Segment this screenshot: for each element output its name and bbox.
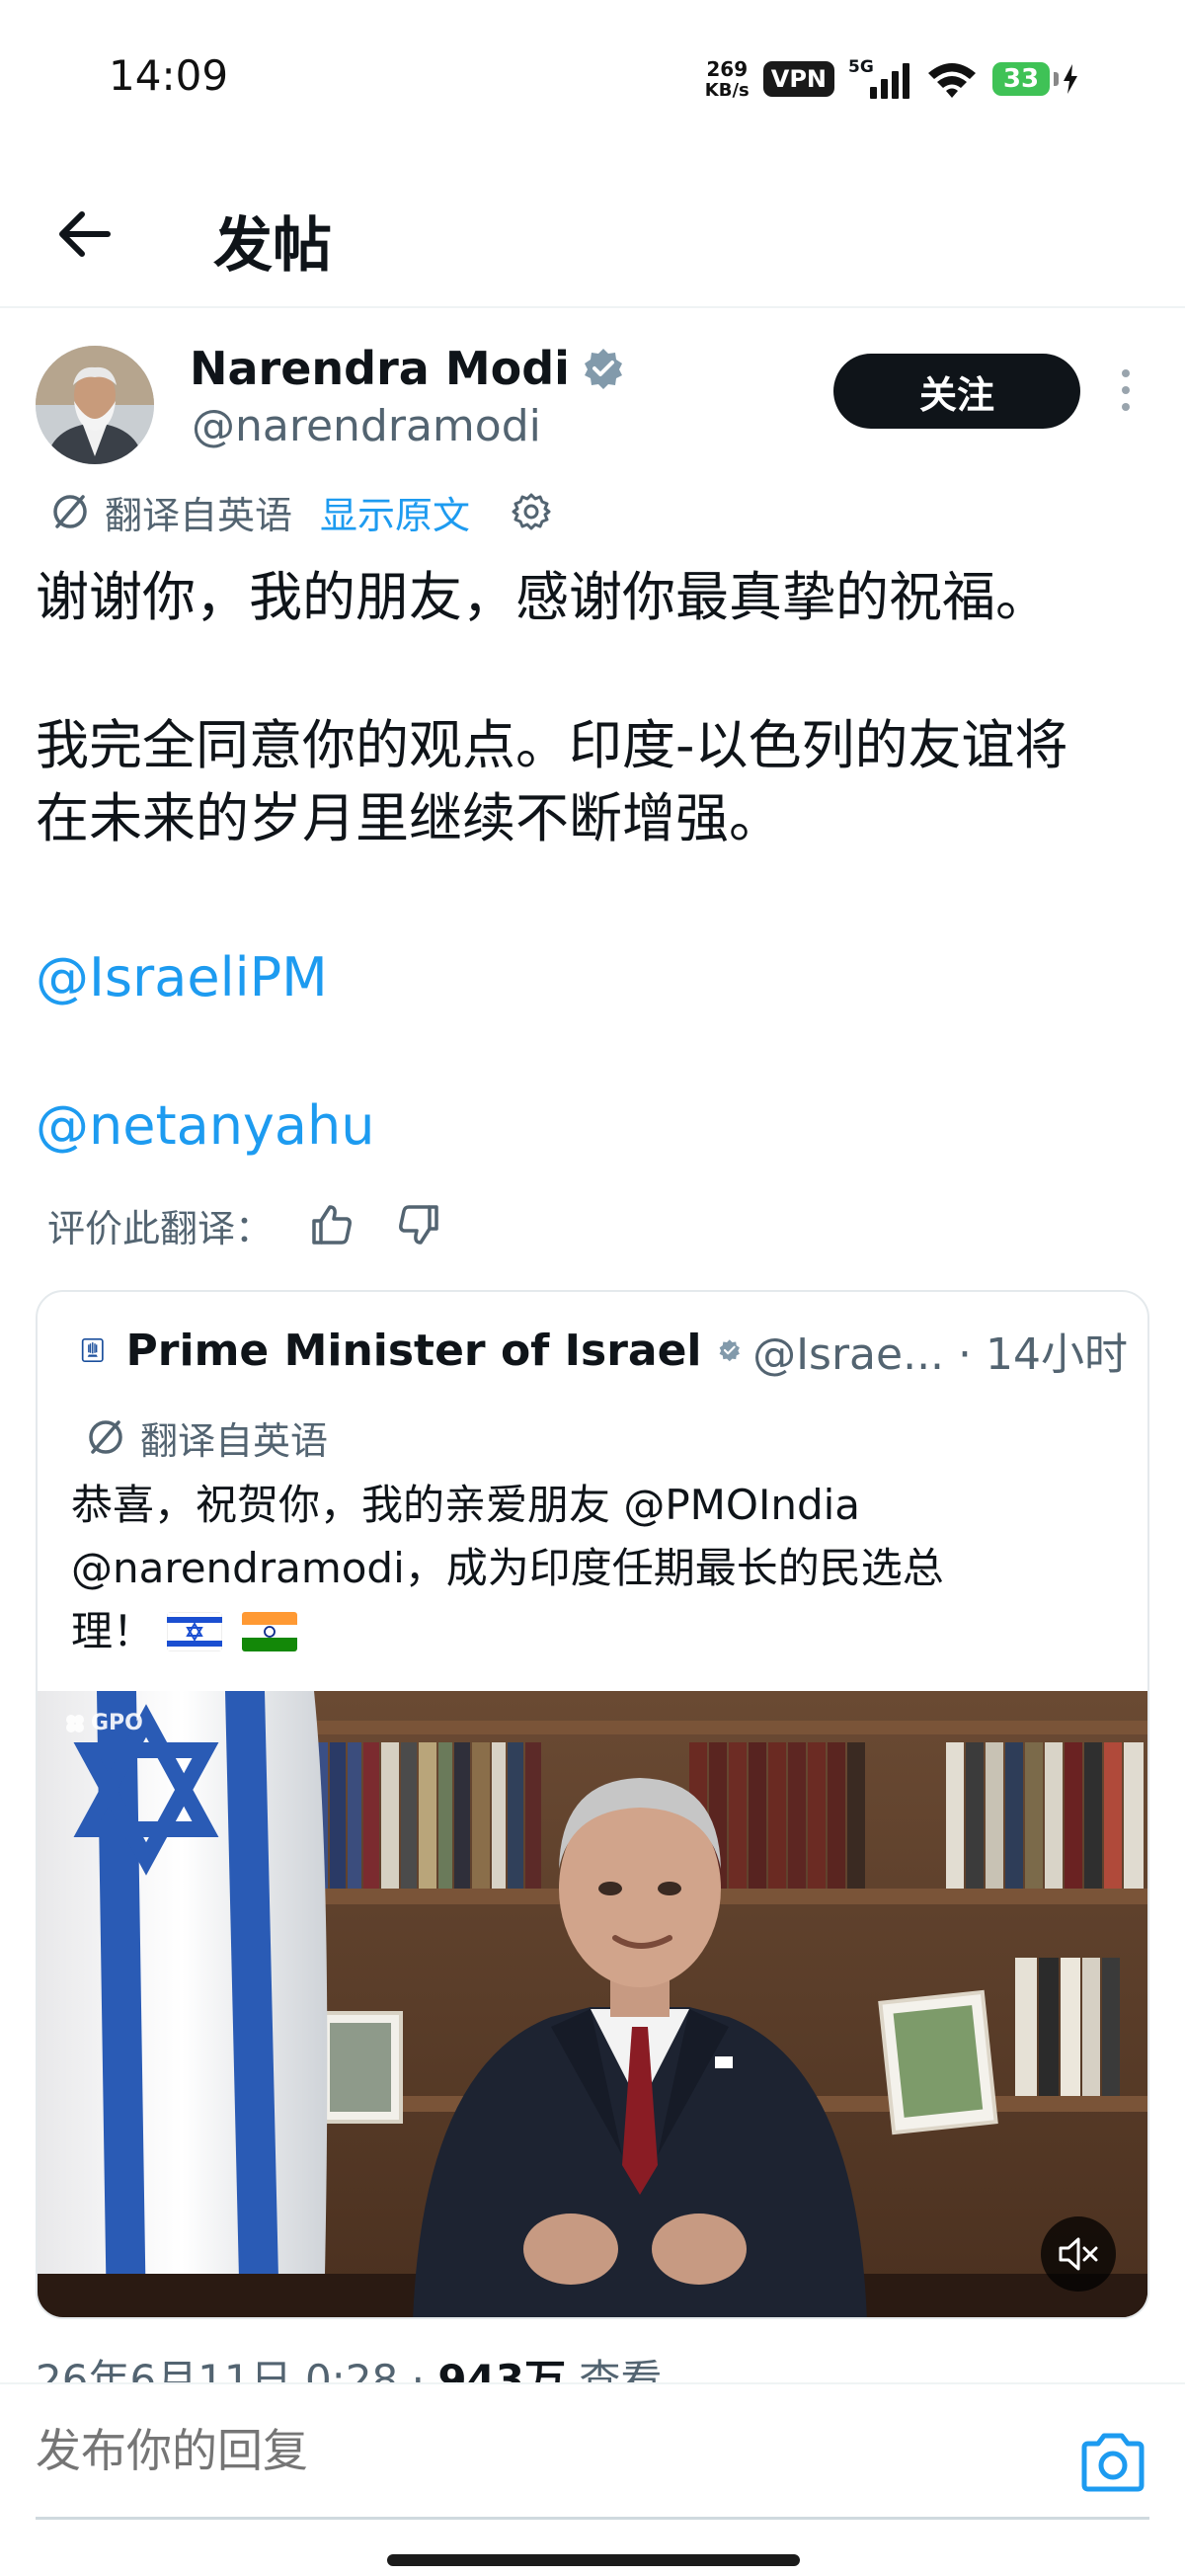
more-dot-icon — [1122, 403, 1130, 411]
gear-icon[interactable] — [510, 490, 553, 533]
battery-icon: 33 — [992, 62, 1078, 96]
translated-from-label: 翻译自英语 — [105, 493, 293, 537]
status-icons: 269 KB/s VPN 5G 33 — [705, 53, 1078, 105]
status-time: 14:09 — [109, 51, 229, 100]
video-frame-image — [38, 1691, 1147, 2317]
author-handle[interactable]: @narendramodi — [192, 401, 541, 451]
back-button[interactable] — [49, 200, 118, 269]
quoted-text-line: @narendramodi，成为印度任期最长的民选总 — [71, 1544, 944, 1592]
rate-translation-label: 评价此翻译： — [47, 1206, 274, 1250]
video-player[interactable]: GPO — [38, 1691, 1147, 2317]
battery-level: 33 — [992, 62, 1050, 96]
quoted-post-card[interactable]: Prime Minister of Israel @Israe... · 14小… — [36, 1290, 1149, 2319]
home-indicator[interactable] — [387, 2554, 800, 2566]
post-text-paragraph-2-line-2: 在未来的岁月里继续不断增强。 — [36, 787, 782, 849]
speaker-muted-icon — [1059, 2237, 1098, 2271]
thumbs-up-icon[interactable] — [308, 1201, 356, 1248]
translate-icon — [89, 1420, 122, 1454]
quoted-post-header: Prime Minister of Israel @Israe... · 14小… — [81, 1322, 1128, 1380]
rate-translation-row: 评价此翻译： — [47, 1195, 442, 1254]
translate-icon — [53, 495, 87, 528]
camera-icon[interactable] — [1078, 2432, 1147, 2493]
network-speed-unit: KB/s — [704, 79, 750, 101]
media-watermark: GPO — [63, 1711, 143, 1735]
show-original-link[interactable]: 显示原文 — [320, 485, 470, 539]
network-speed: 269 KB/s — [705, 59, 750, 100]
israel-flag-icon — [167, 1612, 223, 1651]
gpo-logo-icon — [66, 1714, 84, 1732]
avatar[interactable] — [36, 346, 154, 464]
author-name-text: Narendra Modi — [190, 342, 570, 395]
network-speed-value: 269 — [706, 56, 749, 81]
quoted-translation-bar: 翻译自英语 — [85, 1412, 329, 1463]
author-name[interactable]: Narendra Modi — [190, 342, 625, 395]
quoted-post-text: 恭喜，祝贺你，我的亲爱朋友 @PMOIndia @narendramodi，成为… — [71, 1474, 1128, 1663]
signal-icon: 5G — [848, 57, 911, 101]
follow-button[interactable]: 关注 — [833, 354, 1080, 429]
mention-link[interactable]: @IsraeliPM — [36, 946, 328, 1008]
more-dot-icon — [1122, 386, 1130, 394]
quoted-translated-from-label: 翻译自英语 — [140, 1418, 329, 1463]
verified-badge-icon — [584, 349, 622, 389]
quoted-author-handle: @Israe... · 14小时 — [752, 1329, 1128, 1380]
status-bar: 14:09 269 KB/s VPN 5G 33 — [0, 0, 1185, 158]
translation-bar: 翻译自英语 显示原文 — [49, 484, 553, 539]
israel-emblem-icon — [81, 1337, 104, 1363]
thumbs-down-icon[interactable] — [395, 1201, 442, 1248]
india-flag-icon — [241, 1612, 297, 1651]
post-text-paragraph-2-line-1: 我完全同意你的观点。印度-以色列的友谊将 — [36, 714, 1068, 776]
page-header: 发帖 — [0, 168, 1185, 308]
reply-underline — [36, 2517, 1149, 2520]
quoted-author-name[interactable]: Prime Minister of Israel — [126, 1326, 702, 1376]
page-title: 发帖 — [213, 211, 332, 281]
reply-bar — [0, 2382, 1185, 2576]
charging-icon — [1064, 64, 1077, 94]
mention-link[interactable]: @netanyahu — [36, 1094, 374, 1157]
post-text-paragraph-1: 谢谢你，我的朋友，感谢你最真挚的祝福。 — [36, 566, 1049, 628]
more-options-button[interactable] — [1106, 365, 1146, 415]
media-watermark-text: GPO — [91, 1711, 143, 1735]
verified-badge-icon — [719, 1339, 740, 1362]
mute-button[interactable] — [1041, 2216, 1116, 2292]
vpn-icon: VPN — [762, 61, 834, 97]
quoted-text-line: 恭喜，祝贺你，我的亲爱朋友 @PMOIndia — [71, 1481, 861, 1529]
quoted-text-line-with-flags: 理！ — [71, 1600, 1128, 1663]
back-arrow-icon — [59, 211, 111, 257]
quoted-text-line: 理！ — [71, 1607, 155, 1655]
reply-input[interactable] — [36, 2424, 626, 2477]
wifi-icon — [928, 63, 976, 98]
more-dot-icon — [1122, 369, 1130, 377]
post-detail-screen: 14:09 269 KB/s VPN 5G 33 发帖 Narendra Mod… — [0, 0, 1185, 2576]
